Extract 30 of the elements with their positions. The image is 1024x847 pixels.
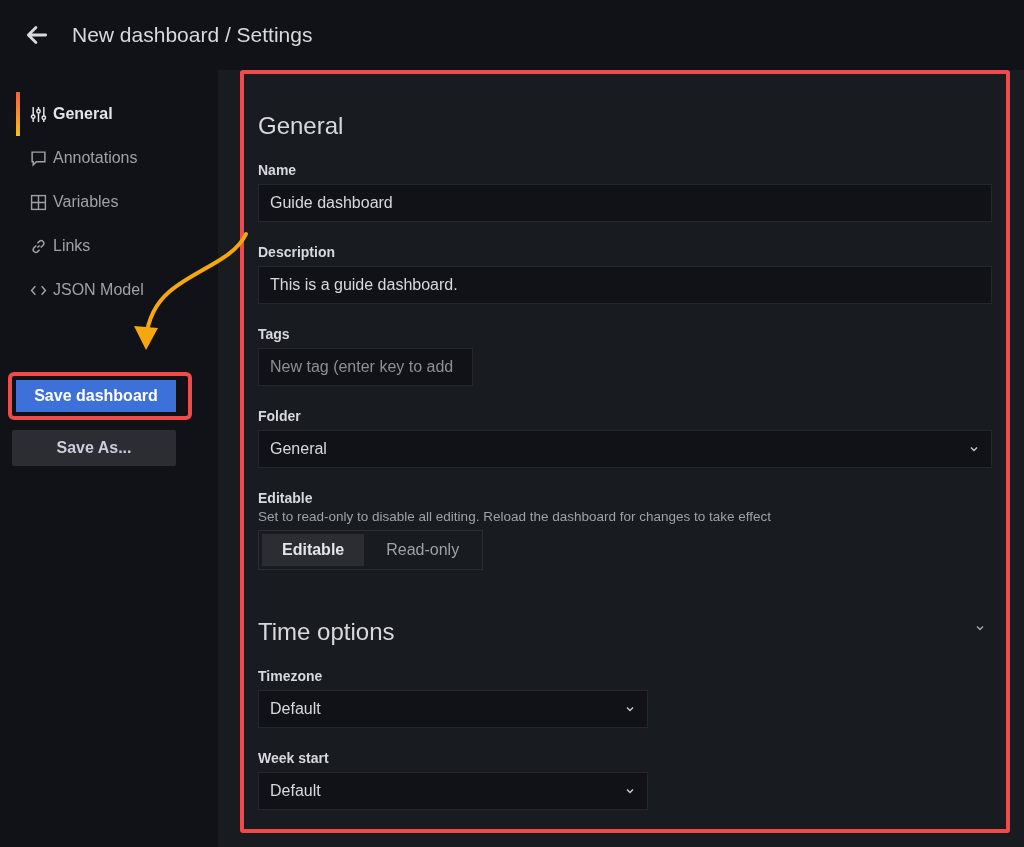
link-icon [30, 237, 47, 255]
sidebar-item[interactable]: JSON Model [16, 268, 218, 312]
field-label: Editable [258, 490, 314, 506]
select-field[interactable]: Default [258, 690, 648, 728]
text-field[interactable]: Guide dashboard [258, 184, 992, 222]
select-field[interactable]: General [258, 430, 992, 468]
sidebar-item[interactable]: Links [16, 224, 218, 268]
radio-option[interactable]: Editable [262, 534, 365, 566]
save-button[interactable]: Save As... [12, 430, 176, 466]
field-label: Folder [258, 408, 302, 424]
comment-icon [30, 149, 47, 167]
sidebar-item[interactable]: Annotations [16, 136, 218, 180]
sidebar-item[interactable]: General [16, 92, 218, 136]
section-heading: General [258, 112, 344, 140]
sidebar-item[interactable]: Variables [16, 180, 218, 224]
text-field[interactable]: This is a guide dashboard. [258, 266, 992, 304]
page-title: New dashboard / Settings [72, 23, 313, 47]
section-heading: Time options [258, 618, 395, 646]
field-label: Tags [258, 326, 291, 342]
radio-option[interactable]: Read-only [366, 534, 480, 566]
field-label: Name [258, 162, 298, 178]
field-label: Timezone [258, 668, 324, 684]
grid-icon [30, 193, 47, 211]
save-button[interactable]: Save dashboard [14, 378, 178, 414]
sliders-icon [30, 105, 47, 123]
field-label: Description [258, 244, 336, 260]
select-field[interactable]: Default [258, 772, 648, 810]
tag-input-field[interactable]: New tag (enter key to add [258, 348, 473, 386]
field-description: Set to read-only to disable all editing. Reload the dashboard for changes to take effect [258, 509, 773, 524]
field-label: Week start [258, 750, 330, 766]
